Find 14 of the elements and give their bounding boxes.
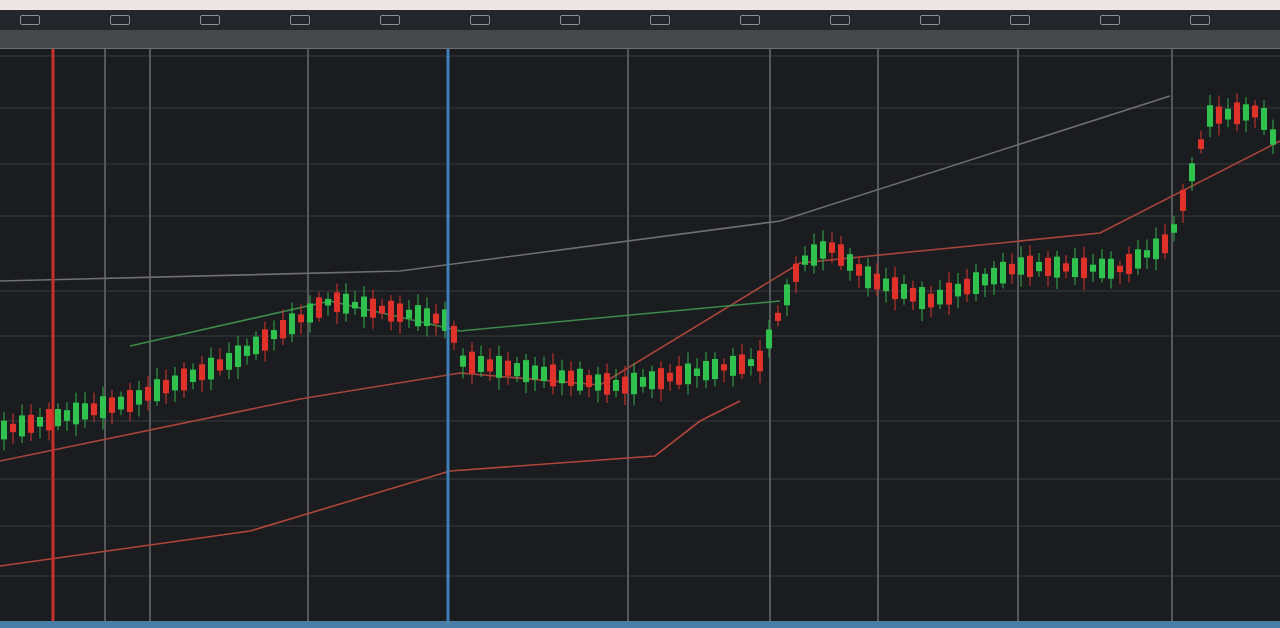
- toolbar-icon[interactable]: [380, 15, 400, 25]
- toolbar-icon[interactable]: [830, 15, 850, 25]
- toolbar-icon[interactable]: [1100, 15, 1120, 25]
- toolbar-icon[interactable]: [1010, 15, 1030, 25]
- toolbar-icon[interactable]: [740, 15, 760, 25]
- toolbar-icon[interactable]: [110, 15, 130, 25]
- toolbar-icon[interactable]: [560, 15, 580, 25]
- toolbar-icon[interactable]: [290, 15, 310, 25]
- toolbar-icon[interactable]: [1190, 15, 1210, 25]
- toolbar-icon[interactable]: [470, 15, 490, 25]
- toolbar-icon[interactable]: [200, 15, 220, 25]
- toolbar-icon[interactable]: [20, 15, 40, 25]
- toolbar-icon[interactable]: [920, 15, 940, 25]
- toolbar-icon[interactable]: [650, 15, 670, 25]
